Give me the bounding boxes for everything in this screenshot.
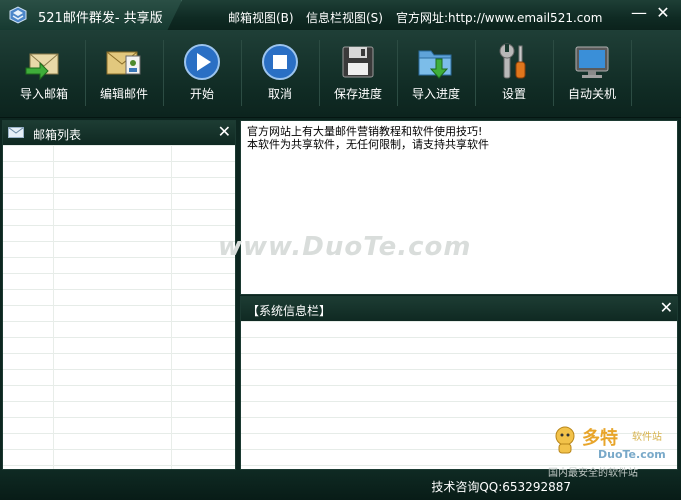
notice-line: 本软件为共享软件，无任何限制，请支持共享软件	[247, 138, 489, 151]
menu-official-site[interactable]: 官方网址:http://www.email521.com	[396, 9, 602, 26]
support-qq-text: 技术咨询QQ:653292887	[431, 480, 571, 494]
duote-badge: 多特 软件站 DuoTe.com 国内最安全的软件站	[548, 422, 678, 479]
mailbox-panel-header: 邮箱列表 ✕	[3, 121, 235, 145]
import-progress-button[interactable]: 导入进度	[397, 36, 475, 112]
column-divider	[53, 145, 54, 469]
edit-mail-button[interactable]: 编辑邮件	[85, 36, 163, 112]
edit-mail-icon	[106, 51, 141, 75]
mascot-icon	[555, 426, 575, 454]
watermark-text: www.DuoTe.com	[218, 232, 472, 262]
mailbox-panel-close-icon[interactable]: ✕	[218, 122, 231, 141]
start-label: 开始	[189, 87, 214, 101]
import-mailbox-icon	[25, 53, 59, 81]
folder-import-icon	[418, 50, 452, 79]
menu-mailbox-view[interactable]: 邮箱视图(B)	[228, 9, 294, 26]
auto-shutdown-button[interactable]: 自动关机	[553, 36, 631, 112]
save-progress-label: 保存进度	[333, 87, 382, 101]
system-info-close-icon[interactable]: ✕	[660, 298, 673, 317]
settings-label: 设置	[501, 87, 526, 101]
system-info-header: 【系统信息栏】 ✕	[241, 297, 677, 321]
cancel-label: 取消	[267, 87, 292, 101]
badge-main-text: 多特	[582, 428, 618, 449]
monitor-icon	[575, 46, 609, 78]
cancel-button[interactable]: 取消	[241, 36, 319, 112]
menu-info-view[interactable]: 信息栏视图(S)	[306, 9, 383, 26]
badge-sub-text: 软件站	[632, 432, 662, 443]
mailbox-panel: 邮箱列表 ✕	[2, 120, 236, 470]
column-divider	[171, 145, 172, 469]
floppy-disk-icon	[342, 46, 374, 78]
envelope-icon	[8, 127, 24, 138]
mailbox-list[interactable]	[3, 145, 235, 469]
window-title: 521邮件群发- 共享版	[38, 11, 163, 26]
settings-button[interactable]: 设置	[475, 36, 553, 112]
system-info-title: 【系统信息栏】	[247, 304, 332, 318]
notice-panel[interactable]: 官方网站上有大量邮件营销教程和软件使用技巧! 本软件为共享软件，无任何限制，请支…	[240, 120, 678, 295]
close-button[interactable]: ✕	[654, 4, 672, 22]
import-mailbox-label: 导入邮箱	[19, 87, 68, 101]
start-button[interactable]: 开始	[163, 36, 241, 112]
title-bar: 521邮件群发- 共享版 邮箱视图(B) 信息栏视图(S) 官方网址:http:…	[0, 0, 681, 30]
mailbox-panel-title: 邮箱列表	[33, 128, 82, 142]
badge-domain-text: DuoTe.com	[598, 448, 666, 461]
edit-mail-label: 编辑邮件	[99, 87, 148, 101]
minimize-button[interactable]: —	[630, 4, 648, 22]
save-progress-button[interactable]: 保存进度	[319, 36, 397, 112]
wrench-screwdriver-icon	[499, 43, 526, 79]
toolbar-divider	[631, 40, 632, 106]
play-icon	[184, 44, 220, 80]
badge-slogan-text: 国内最安全的软件站	[548, 468, 638, 479]
stop-icon	[262, 44, 298, 80]
app-logo-icon	[9, 6, 27, 24]
auto-shutdown-label: 自动关机	[567, 87, 616, 101]
import-progress-label: 导入进度	[411, 87, 460, 101]
import-mailbox-button[interactable]: 导入邮箱	[5, 36, 83, 112]
toolbar: 导入邮箱 编辑邮件 开始 取消 保存进度 导入进度 设置 自动关机	[0, 30, 681, 118]
